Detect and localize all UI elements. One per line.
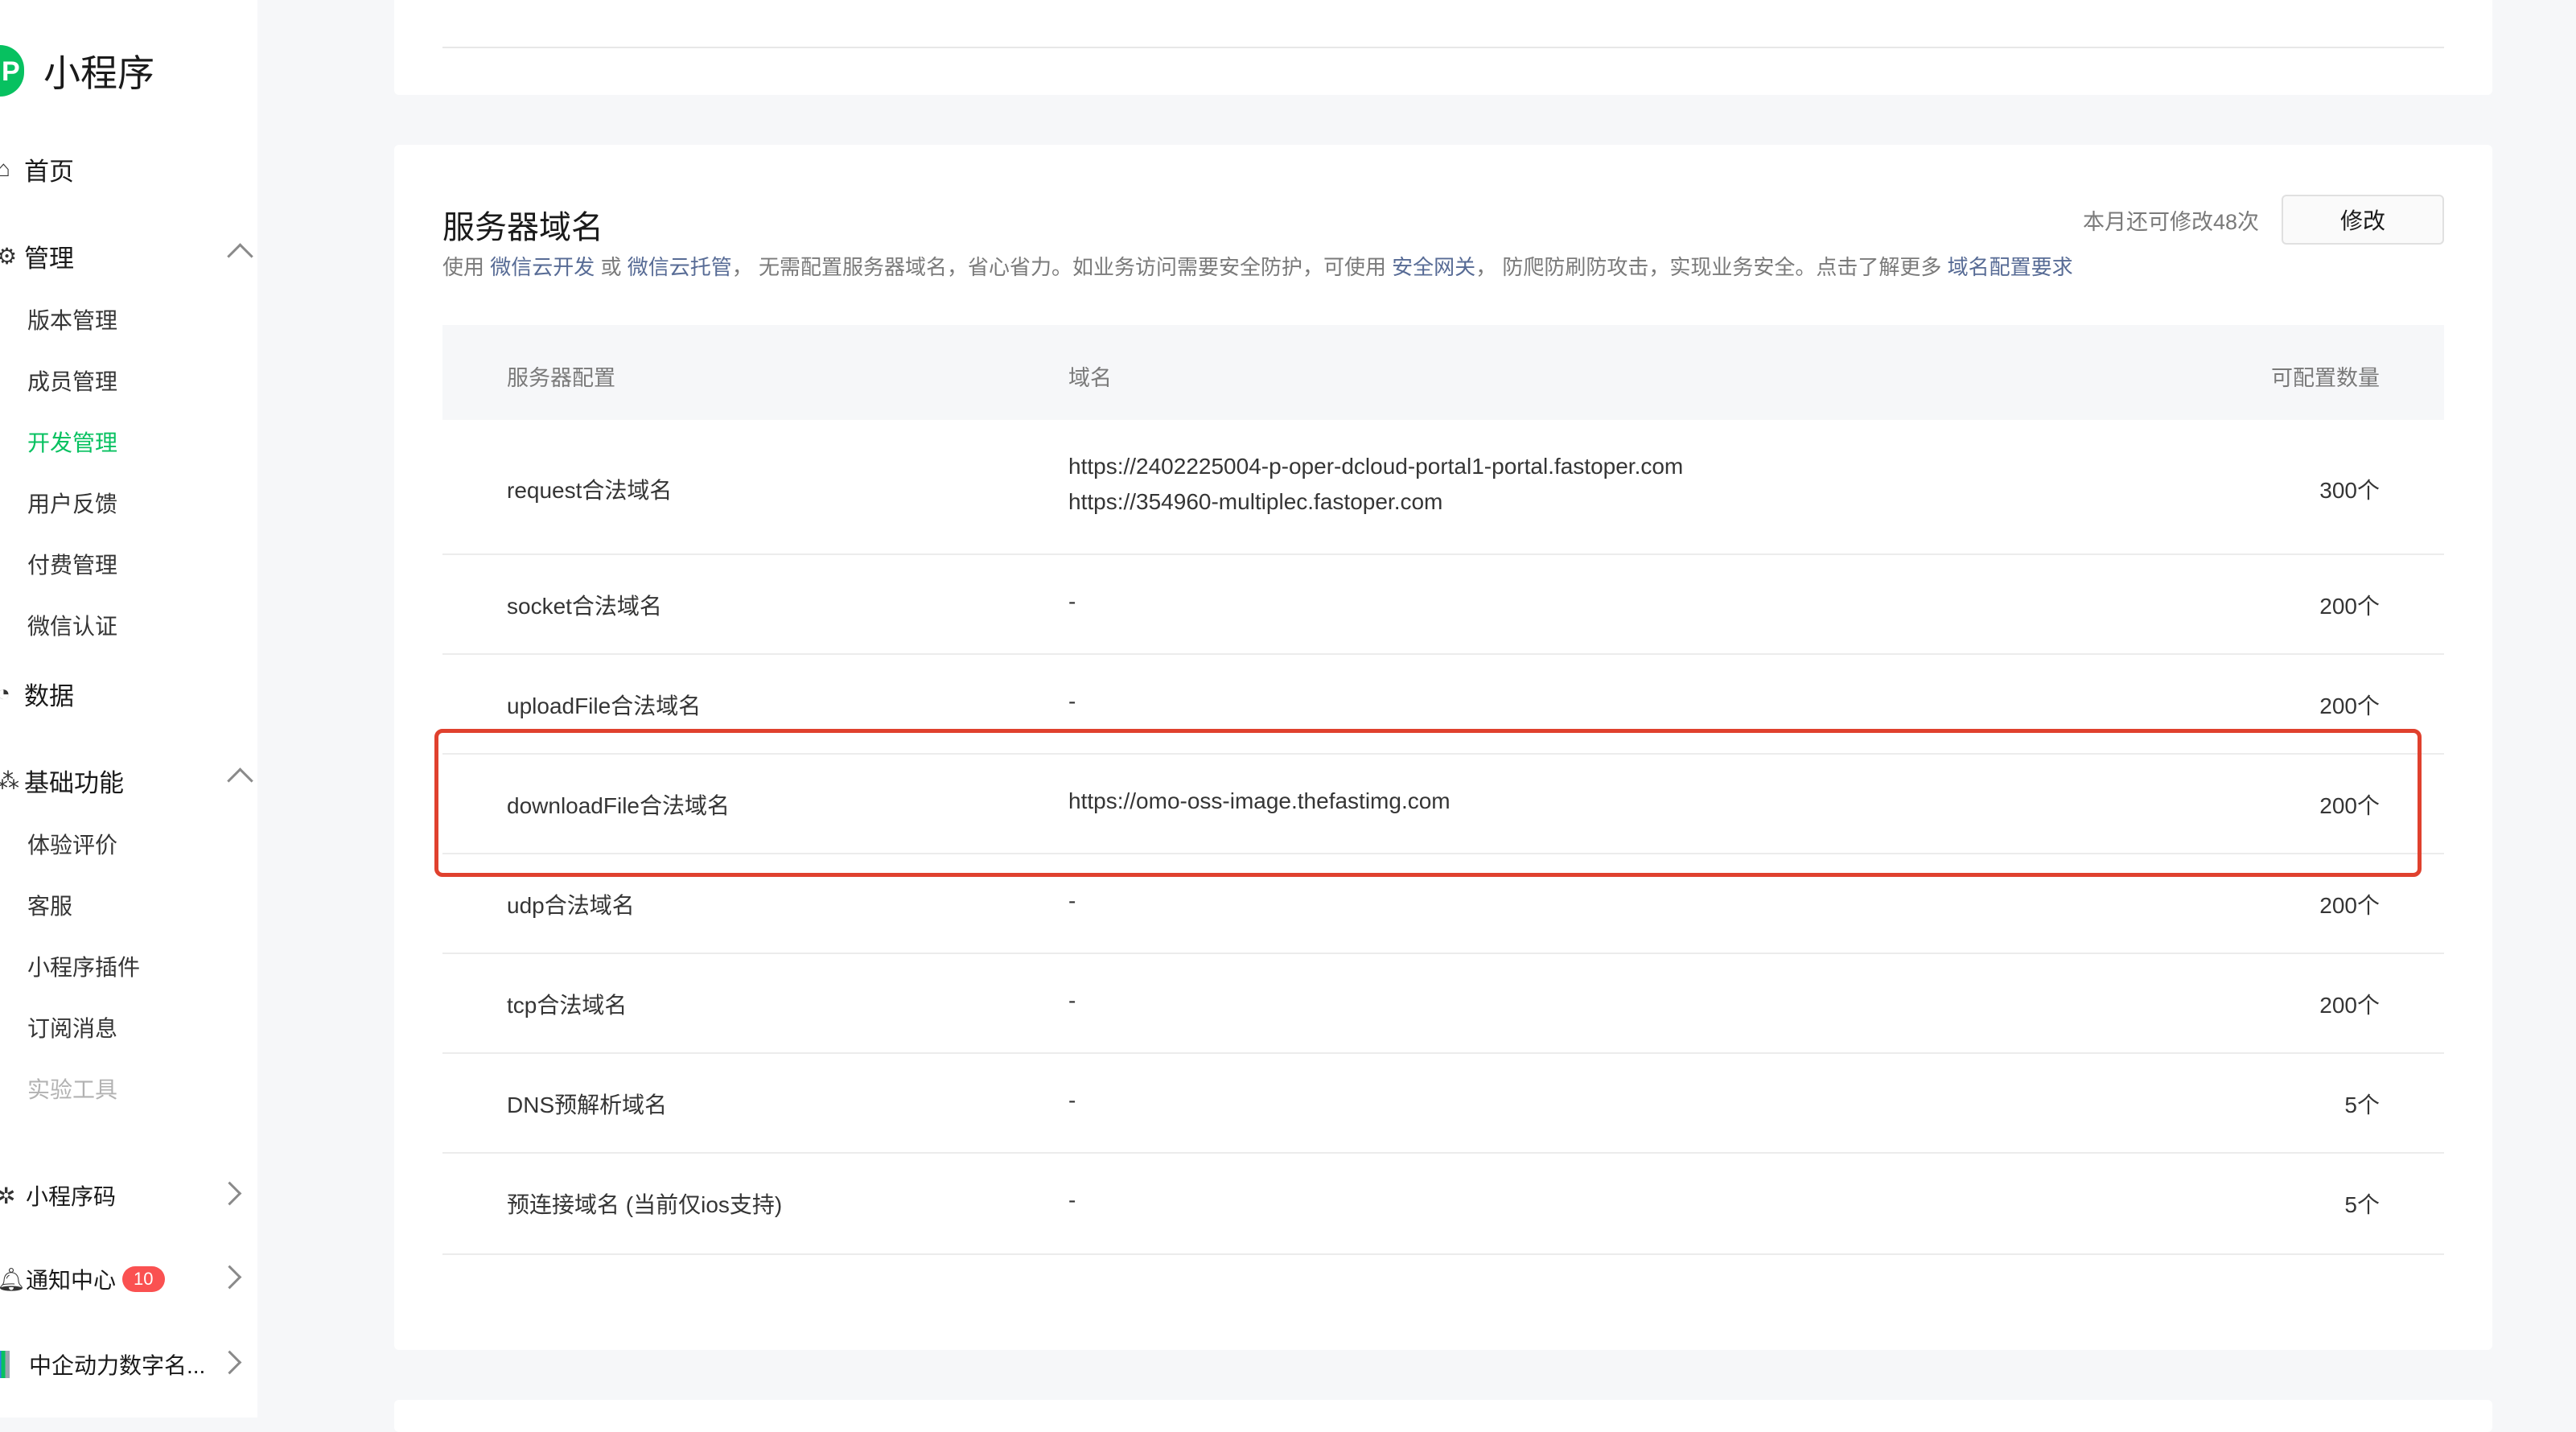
link-cloud-dev[interactable]: 微信云开发 xyxy=(490,255,595,279)
previous-card xyxy=(394,0,2492,95)
miniprogram-logo-icon: P xyxy=(0,45,24,97)
sidebar-item-version[interactable]: 版本管理 xyxy=(27,301,117,341)
header-count: 可配置数量 xyxy=(2271,366,2380,390)
table-row: DNS预解析域名 - 5个 xyxy=(442,1052,2444,1154)
sidebar-item-home[interactable]: ⌂ 首页 xyxy=(0,146,257,191)
sidebar-item-feedback[interactable]: 用户反馈 xyxy=(27,484,117,525)
qrcode-icon: ✲ xyxy=(0,1183,16,1208)
bell-icon: 🔔︎ xyxy=(0,1266,26,1292)
logo[interactable]: P 小程序 xyxy=(0,45,154,97)
chevron-right-icon xyxy=(217,1350,242,1375)
next-card xyxy=(394,1400,2492,1432)
chevron-right-icon xyxy=(217,1181,242,1206)
sidebar-item-subscribe[interactable]: 订阅消息 xyxy=(27,1009,117,1049)
chevron-right-icon xyxy=(217,1265,242,1290)
table-row: request合法域名 https://2402225004-p-oper-dc… xyxy=(442,420,2444,555)
domain-table: 服务器配置 域名 可配置数量 request合法域名 https://24022… xyxy=(442,325,2444,1255)
section-description: 使用 微信云开发 或 微信云托管， 无需配置服务器域名，省心省力。如业务访问需要… xyxy=(442,255,2073,279)
sidebar-item-basic[interactable]: ⁂ 基础功能 xyxy=(0,758,257,803)
header-domain: 域名 xyxy=(1068,366,1112,390)
basic-icon: ⁂ xyxy=(0,767,19,794)
sidebar: P 小程序 ⌂ 首页 ⚙ 管理 版本管理 成员管理 开发管理 用户反馈 付费管理… xyxy=(0,0,257,1418)
sidebar-item-notify[interactable]: 🔔︎ 通知中心 10 xyxy=(0,1255,257,1303)
gear-icon: ⚙ xyxy=(0,243,18,269)
sidebar-item-review[interactable]: 体验评价 xyxy=(27,825,117,866)
sidebar-item-dev[interactable]: 开发管理 xyxy=(27,423,117,463)
sidebar-item-members[interactable]: 成员管理 xyxy=(27,362,117,402)
chevron-up-icon xyxy=(227,239,253,273)
quota-text: 本月还可修改48次 xyxy=(2082,210,2259,234)
sidebar-item-account[interactable]: 中企动力数字名... xyxy=(0,1340,257,1389)
home-icon: ⌂ xyxy=(0,156,10,181)
section-title: 服务器域名 xyxy=(442,210,603,245)
table-header: 服务器配置 域名 可配置数量 xyxy=(442,325,2444,420)
chevron-up-icon xyxy=(227,763,253,797)
account-avatar-icon xyxy=(0,1351,10,1378)
divider xyxy=(442,47,2444,48)
header-config: 服务器配置 xyxy=(507,366,615,390)
sidebar-item-qrcode[interactable]: ✲ 小程序码 xyxy=(0,1171,257,1220)
modify-button[interactable]: 修改 xyxy=(2282,195,2444,245)
sidebar-item-data[interactable]: ◔ 数据 xyxy=(0,671,257,716)
table-row: socket合法域名 - 200个 xyxy=(442,553,2444,655)
logo-text: 小程序 xyxy=(43,52,154,94)
table-row: tcp合法域名 - 200个 xyxy=(442,953,2444,1054)
link-cloud-hosting[interactable]: 微信云托管 xyxy=(628,255,732,279)
sidebar-item-manage[interactable]: ⚙ 管理 xyxy=(0,233,257,278)
sidebar-item-lab[interactable]: 实验工具 xyxy=(27,1070,117,1110)
sidebar-item-verify[interactable]: 微信认证 xyxy=(27,607,117,647)
link-domain-requirements[interactable]: 域名配置要求 xyxy=(1948,255,2073,279)
highlight-annotation-box xyxy=(434,729,2422,877)
sidebar-item-plugin[interactable]: 小程序插件 xyxy=(27,948,140,988)
sidebar-item-service[interactable]: 客服 xyxy=(27,887,72,927)
data-icon: ◔ xyxy=(0,681,10,706)
notify-badge: 10 xyxy=(122,1266,165,1292)
link-security-gateway[interactable]: 安全网关 xyxy=(1392,255,1475,279)
table-row: 预连接域名 (当前仅ios支持) - 5个 xyxy=(442,1152,2444,1255)
sidebar-item-payment[interactable]: 付费管理 xyxy=(27,545,117,586)
